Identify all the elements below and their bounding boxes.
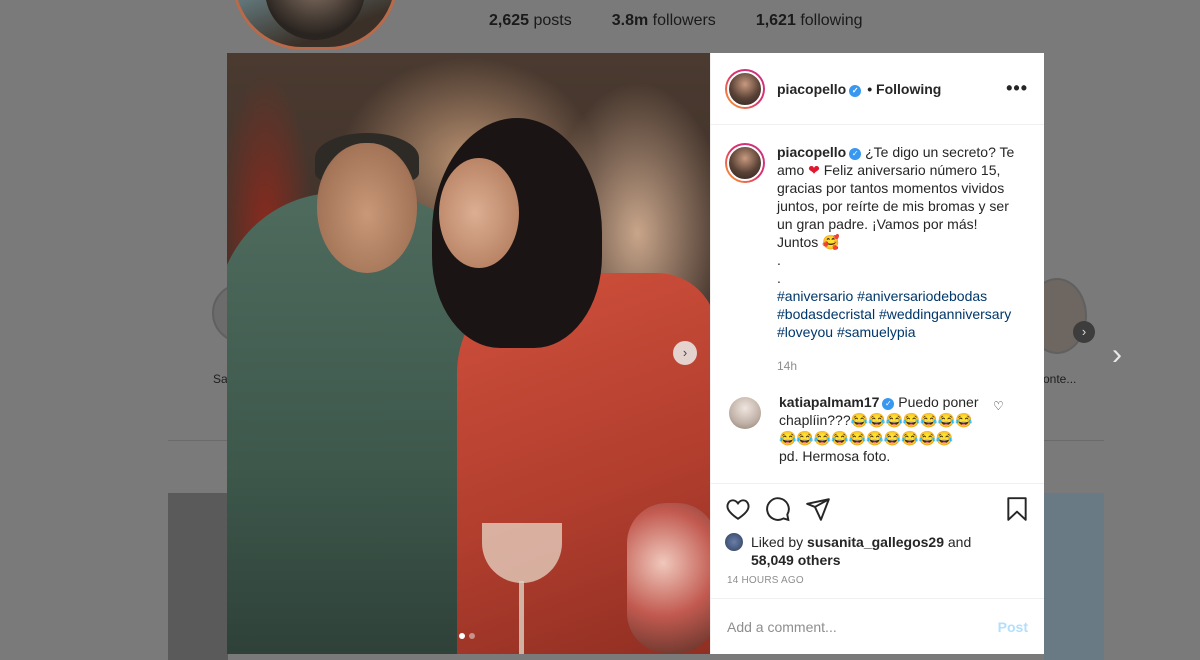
comment-text: katiapalmam17 ✓ Puedo poner chaplíin???😂😂… [779, 394, 979, 464]
likes-count-link[interactable]: 58,049 others [751, 552, 841, 568]
grid-tile[interactable] [168, 493, 228, 660]
stat-posts[interactable]: 2,625 posts [489, 12, 572, 30]
follow-status[interactable]: • Following [867, 81, 941, 97]
hashtag-link[interactable]: #loveyou [777, 324, 833, 340]
like-heart-icon[interactable] [725, 496, 751, 522]
action-bar [711, 483, 1044, 533]
liker-avatar[interactable] [725, 533, 743, 551]
more-options-icon[interactable]: ••• [1006, 78, 1028, 99]
caption: piacopello ✓ ¿Te digo un secreto? Te amo … [725, 143, 1030, 375]
carousel-dot-active [459, 633, 465, 639]
hashtag-link[interactable]: #bodasdecristal [777, 306, 875, 322]
liker-username[interactable]: susanita_gallegos29 [807, 534, 944, 550]
verified-icon: ✓ [882, 398, 895, 410]
verified-icon: ✓ [849, 148, 862, 160]
share-send-icon[interactable] [805, 496, 831, 522]
profile-avatar [232, 0, 398, 50]
caption-username[interactable]: piacopello [777, 144, 846, 160]
caption-time[interactable]: 14h [777, 357, 1017, 375]
verified-icon: ✓ [849, 84, 862, 97]
hashtag-link[interactable]: #aniversario [777, 288, 853, 304]
hashtag-link[interactable]: #weddinganniversary [879, 306, 1011, 322]
comments-section: piacopello ✓ ¿Te digo un secreto? Te amo … [711, 125, 1044, 483]
heart-emoji: ❤ [808, 162, 820, 178]
profile-stats: 2,625 posts 3.8m followers 1,621 followi… [489, 12, 863, 30]
grid-tile[interactable] [1044, 493, 1104, 660]
carousel-dot [469, 633, 475, 639]
caption-text: piacopello ✓ ¿Te digo un secreto? Te amo … [777, 143, 1017, 375]
commenter-username[interactable]: katiapalmam17 [779, 394, 879, 410]
comment-input[interactable] [727, 618, 998, 635]
carousel-dots [459, 633, 475, 639]
highlights-next-icon[interactable]: › [1073, 321, 1095, 343]
likes-summary: Liked by susanita_gallegos29 and 58,049 … [711, 533, 1044, 569]
next-post-icon[interactable]: › [1112, 340, 1136, 370]
add-comment-bar: Post [711, 598, 1044, 654]
save-bookmark-icon[interactable] [1004, 496, 1030, 522]
carousel-next-icon[interactable]: › [673, 341, 697, 365]
post-modal: › piacopello ✓ • Following ••• piacopello… [227, 53, 1044, 654]
stat-followers[interactable]: 3.8m followers [612, 12, 716, 30]
caption-avatar[interactable] [725, 143, 765, 183]
story-highlight-label: onte... [1043, 372, 1077, 386]
smiling-hearts-emoji: 🥰 [822, 234, 840, 250]
hashtag-link[interactable]: #aniversariodebodas [857, 288, 987, 304]
author-username[interactable]: piacopello ✓ [777, 81, 862, 97]
story-highlight-label: Sa [213, 372, 228, 386]
stat-following[interactable]: 1,621 following [756, 12, 863, 30]
post-header: piacopello ✓ • Following ••• [711, 53, 1044, 125]
hashtag-link[interactable]: #samuelypia [837, 324, 916, 340]
comment-item: katiapalmam17 ✓ Puedo poner chaplíin???😂😂… [725, 393, 1030, 465]
post-photo[interactable]: › [227, 53, 710, 654]
hashtags: #aniversario #aniversariodebodas #bodasd… [777, 287, 1017, 341]
comment-like-icon[interactable]: ♡ [993, 399, 1004, 465]
author-avatar[interactable] [725, 68, 765, 109]
commenter-avatar[interactable] [729, 397, 761, 429]
post-comment-button[interactable]: Post [998, 619, 1028, 635]
post-timestamp[interactable]: 14 HOURS AGO [711, 569, 1044, 586]
post-sidebar: piacopello ✓ • Following ••• piacopello ✓ … [710, 53, 1044, 654]
comment-bubble-icon[interactable] [765, 496, 791, 522]
